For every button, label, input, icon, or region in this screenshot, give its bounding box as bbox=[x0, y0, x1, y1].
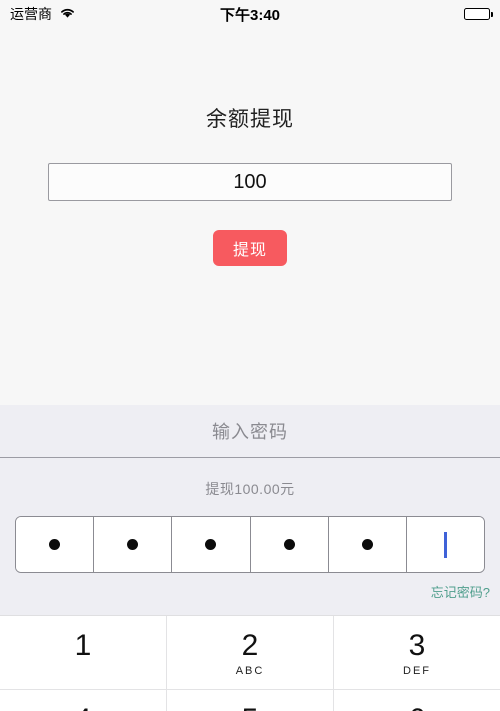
keypad-key-number: 6 bbox=[409, 704, 426, 711]
keypad-key-number: 4 bbox=[75, 704, 92, 711]
numeric-keypad: 1 2 ABC 3 DEF 4 GHI 5 J bbox=[0, 615, 500, 711]
password-cell[interactable] bbox=[16, 517, 95, 572]
password-dot bbox=[127, 539, 139, 550]
carrier-label: 运营商 bbox=[10, 6, 52, 22]
keypad-key-1[interactable]: 1 bbox=[0, 616, 167, 689]
phone-screen: 运营商 下午3:40 余额提现 提现 输入密码 bbox=[0, 0, 500, 711]
password-dot bbox=[361, 539, 373, 550]
password-cell[interactable] bbox=[250, 517, 329, 572]
text-caret bbox=[443, 531, 447, 558]
keypad-key-letters: ABC bbox=[235, 664, 265, 677]
password-input-boxes[interactable] bbox=[15, 516, 485, 573]
amount-input[interactable] bbox=[48, 163, 452, 201]
password-cell[interactable] bbox=[94, 517, 173, 572]
forgot-password-link[interactable]: 忘记密码? bbox=[431, 582, 490, 601]
keypad-key-5[interactable]: 5 JKL bbox=[167, 690, 334, 711]
withdraw-panel: 余额提现 提现 bbox=[0, 28, 500, 405]
password-cell[interactable] bbox=[172, 517, 251, 572]
withdraw-amount-note: 提现100.00元 bbox=[205, 481, 295, 497]
wifi-icon bbox=[59, 6, 76, 22]
status-bar: 运营商 下午3:40 bbox=[0, 0, 500, 28]
password-dot bbox=[49, 539, 61, 550]
keypad-row: 4 GHI 5 JKL 6 MNO bbox=[0, 690, 500, 711]
password-dot bbox=[205, 539, 217, 550]
clock-label: 下午3:40 bbox=[219, 6, 281, 24]
status-bar-right bbox=[464, 8, 493, 20]
password-dot bbox=[283, 539, 295, 550]
sheet-divider bbox=[0, 457, 500, 458]
keypad-key-number: 3 bbox=[408, 628, 426, 662]
keypad-key-6[interactable]: 6 MNO bbox=[334, 690, 500, 711]
keypad-key-number: 1 bbox=[74, 628, 92, 662]
withdraw-button[interactable]: 提现 bbox=[213, 230, 287, 266]
keypad-key-letters: DEF bbox=[403, 664, 431, 677]
password-sheet-title: 输入密码 bbox=[212, 422, 288, 442]
password-sheet-header: 输入密码 bbox=[0, 405, 500, 457]
keypad-key-4[interactable]: 4 GHI bbox=[0, 690, 167, 711]
keypad-key-3[interactable]: 3 DEF bbox=[334, 616, 500, 689]
status-bar-left: 运营商 bbox=[10, 4, 76, 24]
battery-full-icon bbox=[464, 8, 493, 20]
keypad-key-number: 5 bbox=[242, 704, 259, 711]
keypad-key-2[interactable]: 2 ABC bbox=[167, 616, 334, 689]
password-sheet: 输入密码 提现100.00元 忘记密码? 1 2 ABC 3 DEF bbox=[0, 405, 500, 711]
keypad-row: 1 2 ABC 3 DEF bbox=[0, 616, 500, 690]
page-title: 余额提现 bbox=[206, 108, 294, 131]
password-cell-active[interactable] bbox=[406, 517, 484, 572]
password-cell[interactable] bbox=[328, 517, 407, 572]
keypad-key-number: 2 bbox=[241, 628, 259, 662]
